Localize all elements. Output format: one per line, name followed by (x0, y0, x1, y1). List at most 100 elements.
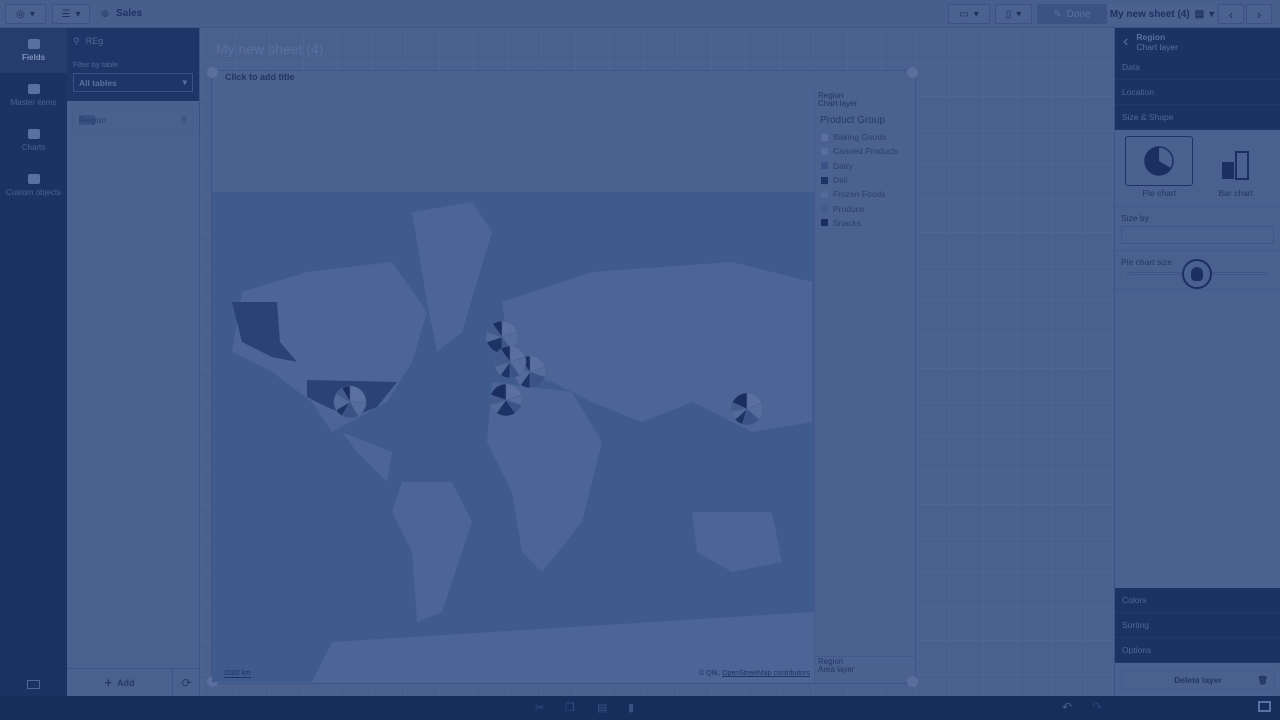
copy-icon[interactable]: ❐ (565, 701, 575, 714)
shape-option-bar[interactable]: Bar chart (1202, 136, 1270, 198)
database-icon (27, 39, 40, 49)
refresh-button[interactable]: ⟳ (173, 669, 200, 696)
section-size-shape[interactable]: Size & Shape (1115, 105, 1280, 130)
paste-icon[interactable]: ▤ (597, 701, 607, 714)
legend-layer-type: Chart layer (818, 99, 858, 108)
map-area[interactable]: 2000 km © Qlik, OpenStreetMap contributo… (212, 192, 814, 682)
refresh-icon: ⟳ (181, 675, 192, 690)
redo-icon[interactable]: ↷ (1092, 700, 1102, 714)
done-button[interactable]: ✎ Done (1037, 4, 1107, 24)
legend-item[interactable]: Produce (815, 201, 915, 215)
assets-nav: Fields Master items Charts Custom object… (0, 28, 67, 696)
add-field-button[interactable]: + Add (67, 669, 173, 696)
fields-panel: ⚲ ✕ Filter by table All tables▾ Region ⠿… (67, 28, 216, 696)
chart-title-placeholder[interactable]: Click to add title (225, 72, 295, 82)
filter-label: Filter by table (73, 60, 119, 69)
pie-marker[interactable] (730, 392, 764, 426)
bar-chart-icon (1221, 151, 1249, 180)
field-item-region[interactable]: Region ⠿ (72, 108, 194, 132)
globe-icon: ◍ (101, 8, 109, 18)
plus-icon: + (104, 675, 113, 690)
pie-marker[interactable] (489, 383, 523, 417)
previous-sheet-button[interactable]: ‹ (1218, 4, 1244, 24)
layer-header[interactable]: ‹ Region Chart layer (1115, 28, 1280, 55)
cut-icon[interactable]: ✂ (535, 701, 544, 714)
scale-bar: 2000 km (224, 670, 251, 678)
compass-icon: ◎ (16, 8, 25, 20)
toggle-panel-icon[interactable] (27, 680, 40, 689)
section-location[interactable]: Location (1115, 80, 1280, 105)
size-by-input[interactable] (1122, 227, 1280, 243)
sheet-selector[interactable]: My new sheet (4) ▤ ▾ (1108, 4, 1216, 24)
field-search-input[interactable] (85, 36, 203, 46)
legend-swatch (821, 219, 828, 227)
screen-icon: ▭ (959, 8, 969, 20)
osm-link[interactable]: OpenStreetMap contributors (722, 670, 810, 677)
present-button[interactable]: ▭ ▾ (948, 4, 990, 24)
section-colors[interactable]: Colors (1115, 588, 1280, 613)
list-icon: ☰ (61, 8, 71, 20)
bookmark-icon: ▯ (1005, 8, 1012, 20)
chevron-down-icon: ▾ (29, 8, 35, 20)
size-by-label: Size by (1121, 213, 1149, 223)
legend-item[interactable]: Baking Goods (815, 130, 915, 144)
chevron-down-icon: ▾ (75, 8, 81, 20)
bookmark-button[interactable]: ▯ ▾ (995, 4, 1032, 24)
global-menu-button[interactable]: ☰ ▾ (52, 4, 90, 24)
legend-swatch (821, 176, 828, 184)
nav-fields[interactable]: Fields (0, 28, 67, 73)
next-sheet-button[interactable]: › (1246, 4, 1272, 24)
legend-layer-type: Area layer (818, 665, 855, 674)
legend-swatch (821, 147, 828, 155)
app-name: Sales (116, 8, 143, 19)
world-map (232, 202, 814, 682)
link-icon (27, 84, 40, 94)
legend-item[interactable]: Canned Products (815, 144, 915, 158)
resize-handle-top-right[interactable] (907, 67, 918, 78)
navigation-menu-button[interactable]: ◎ ▾ (5, 4, 46, 24)
section-data[interactable]: Data (1115, 55, 1280, 80)
legend-swatch (821, 162, 828, 170)
nav-custom-objects[interactable]: Custom objects (0, 163, 67, 208)
properties-panel: ‹ Region Chart layer Data Location Size &… (1114, 28, 1280, 696)
puzzle-icon (27, 174, 40, 184)
nav-master-items[interactable]: Master items (0, 73, 67, 118)
legend-swatch (821, 190, 828, 198)
drag-handle-icon[interactable]: ⠿ (181, 115, 187, 126)
chart-header-area (213, 91, 815, 191)
land-masses (232, 202, 814, 682)
slider-thumb[interactable] (1182, 259, 1212, 289)
legend-item[interactable]: Dairy (815, 159, 915, 173)
bottom-toolbar: ✂ ❐ ▤ ▮ ↶ ↷ (0, 696, 1280, 720)
pencil-icon: ✎ (1053, 8, 1062, 20)
legend-title: Product Group (820, 115, 886, 126)
undo-icon[interactable]: ↶ (1062, 700, 1072, 714)
attribution: © Qlik, OpenStreetMap contributors (699, 670, 810, 677)
legend-item[interactable]: Deli (815, 173, 915, 187)
pie-chart-icon (1144, 146, 1174, 176)
trash-icon: 🗑 (1257, 674, 1268, 685)
legend-item[interactable]: Snacks (815, 216, 915, 230)
section-sorting[interactable]: Sorting (1115, 613, 1280, 638)
back-icon[interactable]: ‹ (1123, 33, 1128, 51)
pie-marker[interactable] (493, 345, 527, 379)
pie-marker[interactable] (333, 385, 367, 419)
search-icon: ⚲ (73, 35, 80, 46)
top-toolbar: ◎ ▾ ☰ ▾ ◍ Sales ▭ ▾ ▯ ▾ ✎ Done My new sheet (… (0, 0, 1280, 28)
delete-icon[interactable]: ▮ (628, 701, 634, 714)
delete-layer-button[interactable]: Delete layer 🗑 (1121, 670, 1275, 690)
legend-item[interactable]: Frozen Foods (815, 187, 915, 201)
legend-swatch (821, 133, 828, 141)
grab-hand-icon (1191, 267, 1203, 281)
legend-swatch (821, 205, 828, 213)
nav-charts[interactable]: Charts (0, 118, 67, 163)
map-legend: Region Chart layer Product Group Baking … (814, 91, 915, 683)
sheet-icon: ▤ (1194, 8, 1205, 20)
shape-option-pie[interactable]: Pie chart (1125, 136, 1194, 198)
section-options[interactable]: Options (1115, 638, 1280, 663)
chevron-down-icon: ▾ (182, 77, 187, 87)
table-select[interactable]: All tables ▾ (73, 73, 193, 92)
resize-handle-top-left[interactable] (207, 67, 218, 78)
sheet-title[interactable]: My new sheet (4) (216, 41, 323, 57)
toggle-properties-icon[interactable] (1258, 701, 1271, 712)
